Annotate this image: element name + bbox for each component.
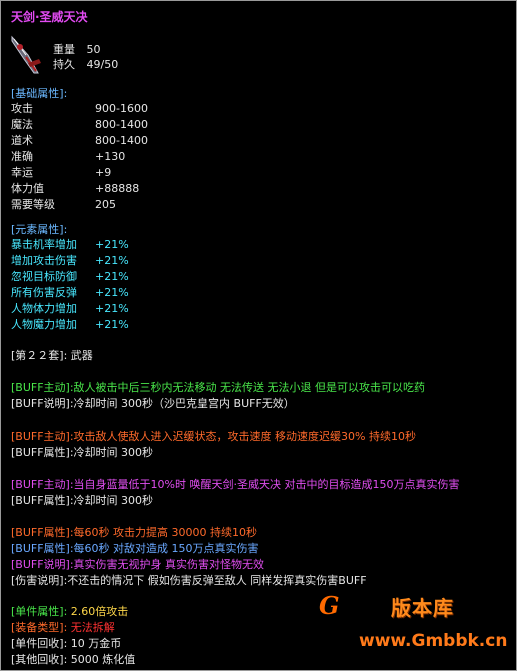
weight-value: 50: [86, 43, 101, 56]
buff-note-row: [BUFF属性]:冷却时间 300秒: [11, 445, 153, 460]
buff-label: [BUFF主动]:: [11, 381, 74, 394]
extra-row: [BUFF属性]:每60秒 攻击力提高 30000 持续10秒: [11, 525, 257, 540]
element-value: +21%: [95, 286, 129, 299]
stat-value: +130: [95, 150, 126, 163]
element-label: 人物魔力增加: [11, 318, 77, 331]
buff-active-row: [BUFF主动]:攻击敌人使敌人进入迟缓状态，攻击速度 移动速度迟缓30% 持续…: [11, 429, 416, 444]
footer-text: 5000 炼化值: [70, 653, 136, 666]
element-label: 增加攻击伤害: [11, 254, 77, 267]
footer-row: [单件回收]: 10 万金币: [11, 636, 121, 651]
stat-row: 体力值 +88888: [11, 181, 139, 196]
buff-text: 当自身蓝量低于10%时 唤醒天剑·圣威天决 对击中的目标造成150万点真实伤害: [73, 478, 460, 491]
stat-row: 需要等级 205: [11, 197, 116, 212]
footer-text: 无法拆解: [70, 621, 115, 634]
element-label: 暴击机率增加: [11, 238, 77, 251]
stat-row: 攻击 900-1600: [11, 101, 148, 116]
extra-label: [BUFF属性]:: [11, 542, 74, 555]
item-tooltip: 天剑·圣威天决 重量 50 持久 49/50 [基础属性]: 攻击 900-160…: [0, 0, 517, 671]
footer-row: [其他回收]: 5000 炼化值: [11, 652, 135, 667]
extra-text: 每60秒 对敌对造成 150万点真实伤害: [73, 542, 259, 555]
extra-text: 不还击的情况下 假如伤害反弹至敌人 同样发挥真实伤害BUFF: [67, 574, 367, 587]
element-label: 所有伤害反弹: [11, 286, 77, 299]
element-value: +21%: [95, 270, 129, 283]
extra-row: [BUFF属性]:每60秒 对敌对造成 150万点真实伤害: [11, 541, 259, 556]
element-value: +21%: [95, 254, 129, 267]
element-value: +21%: [95, 318, 129, 331]
durability-row: 持久 49/50: [53, 57, 118, 72]
buff-text: 冷却时间 300秒: [73, 446, 154, 459]
stat-value: 800-1400: [95, 118, 148, 131]
stat-row: 准确 +130: [11, 149, 125, 164]
set-row: [第２２套]: 武器: [11, 348, 93, 363]
buff-label: [BUFF说明]:: [11, 397, 74, 410]
watermark-logo-icon: G: [319, 591, 340, 620]
element-row: 增加攻击伤害 +21%: [11, 253, 129, 268]
footer-label: [单件回收]:: [11, 637, 68, 650]
buff-text: 攻击敌人使敌人进入迟缓状态，攻击速度 移动速度迟缓30% 持续10秒: [73, 430, 416, 443]
stat-value: 205: [95, 198, 116, 211]
element-row: 暴击机率增加 +21%: [11, 237, 129, 252]
buff-active-row: [BUFF主动]:当自身蓝量低于10%时 唤醒天剑·圣威天决 对击中的目标造成1…: [11, 477, 459, 492]
buff-active-row: [BUFF主动]:敌人被击中后三秒内无法移动 无法传送 无法小退 但是可以攻击可…: [11, 380, 425, 395]
durability-label: 持久: [53, 58, 75, 71]
element-row: 忽视目标防御 +21%: [11, 269, 129, 284]
buff-label: [BUFF主动]:: [11, 478, 74, 491]
stat-value: 800-1400: [95, 134, 148, 147]
element-header: [元素属性]:: [11, 223, 68, 236]
stat-value: +88888: [95, 182, 140, 195]
stat-label: 魔法: [11, 118, 33, 131]
stat-label: 准确: [11, 150, 33, 163]
extra-label: [BUFF属性]:: [11, 526, 74, 539]
extra-label: [BUFF说明]:: [11, 558, 74, 571]
item-title: 天剑·圣威天决: [11, 10, 88, 24]
element-value: +21%: [95, 238, 129, 251]
footer-row: [装备类型]: 无法拆解: [11, 620, 115, 635]
extra-row: [BUFF说明]:真实伤害无视护身 真实伤害对怪物无效: [11, 557, 264, 572]
stat-row: 幸运 +9: [11, 165, 111, 180]
footer-label: [其他回收]:: [11, 653, 68, 666]
footer-text: 10 万金币: [70, 637, 122, 650]
weight-label: 重量: [53, 43, 75, 56]
buff-label: [BUFF主动]:: [11, 430, 74, 443]
element-row: 人物魔力增加 +21%: [11, 317, 129, 332]
buff-text: 冷却时间 300秒: [73, 494, 154, 507]
stat-row: 道术 800-1400: [11, 133, 148, 148]
footer-text: 2.60倍攻击: [70, 605, 129, 618]
stat-label: 攻击: [11, 102, 33, 115]
extra-row: [伤害说明]:不还击的情况下 假如伤害反弹至敌人 同样发挥真实伤害BUFF: [11, 573, 367, 588]
weight-row: 重量 50: [53, 42, 101, 57]
extra-text: 真实伤害无视护身 真实伤害对怪物无效: [73, 558, 265, 571]
stat-label: 体力值: [11, 182, 44, 195]
sword-icon: [11, 35, 41, 74]
buff-note-row: [BUFF说明]:冷却时间 300秒（沙巴克皇宫内 BUFF无效）: [11, 396, 295, 411]
element-value: +21%: [95, 302, 129, 315]
watermark-brand: 版本库: [391, 596, 454, 620]
durability-value: 49/50: [86, 58, 119, 71]
buff-note-row: [BUFF属性]:冷却时间 300秒: [11, 493, 153, 508]
footer-label: [单件属性]:: [11, 605, 68, 618]
stat-label: 需要等级: [11, 198, 55, 211]
extra-text: 每60秒 攻击力提高 30000 持续10秒: [73, 526, 258, 539]
stat-value: 900-1600: [95, 102, 148, 115]
element-row: 人物体力增加 +21%: [11, 301, 129, 316]
stat-label: 幸运: [11, 166, 33, 179]
buff-text: 冷却时间 300秒（沙巴克皇宫内 BUFF无效）: [73, 397, 295, 410]
footer-row: [单件属性]: 2.60倍攻击: [11, 604, 128, 619]
stat-row: 魔法 800-1400: [11, 117, 148, 132]
basic-header: [基础属性]:: [11, 87, 68, 100]
buff-label: [BUFF属性]:: [11, 446, 74, 459]
buff-label: [BUFF属性]:: [11, 494, 74, 507]
element-row: 所有伤害反弹 +21%: [11, 285, 129, 300]
extra-label: [伤害说明]:: [11, 574, 68, 587]
stat-label: 道术: [11, 134, 33, 147]
stat-value: +9: [95, 166, 112, 179]
watermark-site: www.Gmbbk.cn: [359, 631, 508, 651]
buff-text: 敌人被击中后三秒内无法移动 无法传送 无法小退 但是可以攻击可以吃药: [73, 381, 426, 394]
footer-label: [装备类型]:: [11, 621, 68, 634]
set-value: 武器: [70, 349, 93, 362]
set-label: [第２２套]:: [11, 349, 68, 362]
element-label: 忽视目标防御: [11, 270, 77, 283]
element-label: 人物体力增加: [11, 302, 77, 315]
